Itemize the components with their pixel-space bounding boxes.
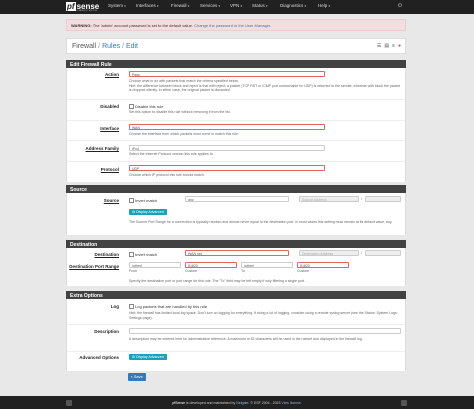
- edit-rule-panel: Action Pass Choose what to do with packe…: [66, 68, 406, 182]
- divider: [67, 120, 405, 121]
- source-label: Source: [103, 198, 119, 203]
- warning-text: The 'admin' account password is set to t…: [91, 23, 195, 28]
- menu-vpn[interactable]: VPN ▾: [230, 3, 242, 8]
- section-source-header: Source: [66, 185, 406, 193]
- custom-caption-1: Custom: [185, 269, 198, 273]
- logo-edition: COMMUNITY EDITION: [76, 10, 97, 12]
- custom-caption-2: Custom: [297, 269, 310, 273]
- disable-rule-checkbox[interactable]: Disable this rule: [129, 104, 163, 110]
- menu-diagnostics[interactable]: Diagnostics ▾: [280, 3, 306, 8]
- action-select[interactable]: Pass: [129, 71, 325, 77]
- default-password-warning: WARNING: The 'admin' account password is…: [66, 19, 406, 31]
- source-mask-select[interactable]: [365, 196, 401, 202]
- divider: [67, 140, 405, 141]
- top-navbar: pf sense COMMUNITY EDITION System ▾ Inter…: [0, 0, 474, 14]
- log-help: Hint: the firewall has limited local log…: [129, 311, 398, 320]
- source-panel: Source Invert match any Source Address /…: [66, 193, 406, 235]
- interface-help: Choose the interface from which packets …: [129, 132, 239, 136]
- breadcrumb-bar: Firewall / Rules / Edit ☰ ▤ ≡ ●: [66, 38, 406, 54]
- menu-firewall[interactable]: Firewall ▾: [171, 3, 189, 8]
- menu-interfaces[interactable]: Interfaces ▾: [136, 3, 159, 8]
- protocol-help: Choose which IP protocol this rule shoul…: [129, 173, 205, 177]
- source-mask-separator: /: [361, 197, 362, 201]
- breadcrumb-firewall: Firewall: [72, 43, 97, 50]
- warning-label: WARNING:: [71, 23, 92, 28]
- save-icon: ▪: [131, 374, 133, 379]
- section-extra-options-header: Extra Options: [66, 291, 406, 299]
- view-license-link[interactable]: View license.: [281, 401, 301, 405]
- menu-status[interactable]: Status ▾: [252, 3, 268, 8]
- gear-icon: ⚙: [132, 355, 136, 359]
- chart-icon[interactable]: ▤: [384, 43, 389, 49]
- log-label: Log: [110, 304, 119, 309]
- source-type-select[interactable]: any: [185, 196, 289, 202]
- action-label: Action: [105, 72, 119, 77]
- divider: [67, 351, 405, 352]
- list-icon[interactable]: ≡: [392, 43, 395, 49]
- save-button[interactable]: ▪ Save: [128, 373, 146, 381]
- description-input[interactable]: [129, 328, 401, 334]
- breadcrumb: Firewall / Rules / Edit: [72, 43, 138, 50]
- logo-pf: pf: [66, 2, 76, 11]
- section-destination-header: Destination: [66, 240, 406, 248]
- breadcrumb-edit[interactable]: Edit: [126, 43, 138, 50]
- netgate-link[interactable]: Netgate: [236, 401, 248, 405]
- port-to-select[interactable]: (other): [241, 262, 293, 268]
- destination-label: Destination: [94, 252, 119, 257]
- divider: [67, 161, 405, 162]
- divider: [67, 99, 405, 100]
- pfsense-logo[interactable]: pf sense COMMUNITY EDITION: [66, 2, 100, 12]
- destination-address-input[interactable]: Destination Address: [299, 250, 359, 256]
- menu-system[interactable]: System ▾: [108, 3, 126, 8]
- destination-mask-separator: /: [361, 251, 362, 255]
- destination-invert-checkbox[interactable]: Invert match: [129, 252, 157, 258]
- source-address-input[interactable]: Source Address: [299, 196, 359, 202]
- source-help: The Source Port Range for a connection i…: [129, 220, 393, 224]
- menu-help[interactable]: Help ▾: [318, 3, 330, 8]
- disabled-label: Disabled: [100, 104, 119, 109]
- advanced-options-label: Advanced Options: [79, 355, 119, 360]
- destination-panel: Destination Invert match WAN net Destina…: [66, 248, 406, 286]
- port-to-input[interactable]: 51820: [297, 262, 349, 268]
- section-edit-rule-header: Edit Firewall Rule: [66, 60, 406, 68]
- protocol-label: Protocol: [100, 167, 119, 172]
- from-caption: From: [129, 269, 138, 273]
- breadcrumb-rules[interactable]: Rules: [102, 43, 120, 50]
- scroll-bottom-icon[interactable]: [401, 400, 407, 406]
- change-password-link[interactable]: Change the password in the User Manager.: [194, 23, 271, 28]
- description-label: Description: [94, 329, 119, 334]
- footer: pfSense is developed and maintained by N…: [0, 396, 474, 409]
- sliders-icon[interactable]: ☰: [377, 43, 381, 49]
- description-help: A description may be entered here for ad…: [129, 337, 363, 341]
- interface-label: Interface: [100, 126, 119, 131]
- disabled-help: Set this option to disable this rule wit…: [129, 110, 231, 114]
- address-family-help: Select the Internet Protocol version thi…: [129, 152, 214, 156]
- destination-type-select[interactable]: WAN net: [185, 250, 289, 256]
- logout-icon[interactable]: ⏻: [398, 3, 402, 9]
- action-help: Choose what to do with packets that matc…: [129, 79, 401, 92]
- log-checkbox[interactable]: Log packets that are handled by this rul…: [129, 304, 207, 310]
- interface-select[interactable]: WAN: [129, 124, 325, 130]
- source-display-advanced-button[interactable]: ⚙ Display Advanced: [129, 209, 167, 215]
- source-invert-checkbox[interactable]: Invert match: [129, 198, 157, 204]
- breadcrumb-icons: ☰ ▤ ≡ ●: [374, 43, 401, 49]
- help-icon[interactable]: ●: [398, 43, 401, 49]
- advanced-options-display-button[interactable]: ⚙ Display Advanced: [129, 354, 167, 360]
- destination-mask-select[interactable]: [365, 250, 401, 256]
- to-caption: To: [241, 269, 245, 273]
- protocol-select[interactable]: UDP: [129, 165, 325, 171]
- port-from-input[interactable]: 51820: [185, 262, 237, 268]
- menu-services[interactable]: Services ▾: [200, 3, 220, 8]
- extra-options-panel: Log Log packets that are handled by this…: [66, 299, 406, 371]
- divider: [67, 324, 405, 325]
- address-family-select[interactable]: IPv4: [129, 145, 325, 151]
- address-family-label: Address Family: [85, 146, 119, 151]
- destination-port-label: Destination Port Range: [69, 264, 119, 269]
- destination-port-help: Specify the destination port or port ran…: [129, 279, 305, 283]
- port-from-select[interactable]: (other): [129, 262, 181, 268]
- gear-icon: ⚙: [132, 210, 136, 214]
